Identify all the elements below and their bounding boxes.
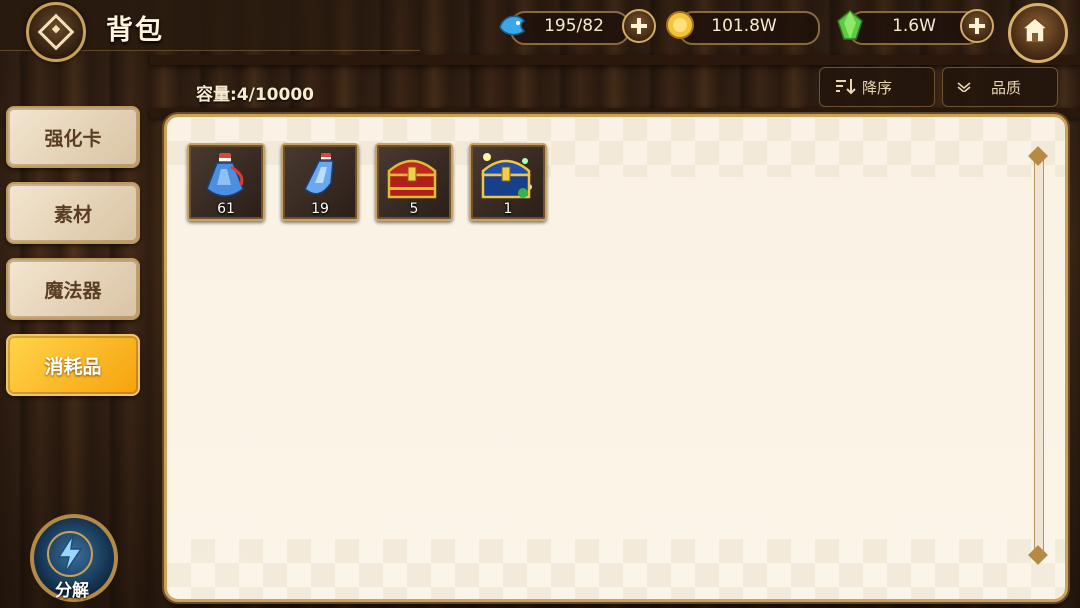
sort-descending-icon [836, 79, 856, 95]
inventory-panel: 61 19 5 1 [164, 114, 1068, 602]
item-count: 5 [409, 201, 419, 217]
gold-coin-icon [666, 11, 694, 39]
item-count: 19 [311, 201, 329, 217]
tab-magic-tools[interactable]: 魔法器 [6, 258, 140, 320]
lightning-rune-icon [47, 531, 93, 577]
tab-enhance-card-label: 强化卡 [44, 128, 102, 150]
tab-materials-label: 素材 [53, 204, 92, 226]
add-stamina-button[interactable] [622, 9, 656, 43]
quality-filter-label: 品质 [991, 79, 1022, 97]
currency-gold: 101.8W [678, 11, 820, 45]
bookshelf-decoration [150, 55, 1080, 65]
currency-gold-value: 101.8W [711, 16, 777, 36]
tab-magic-tools-label: 魔法器 [44, 280, 102, 302]
sort-order-button[interactable]: 降序 [819, 67, 935, 107]
tab-materials[interactable]: 素材 [6, 182, 140, 244]
inventory-slot[interactable]: 1 [469, 143, 547, 221]
blue-treasure-chest-icon [481, 153, 532, 199]
red-treasure-chest-icon [387, 159, 437, 199]
chevron-down-icon [957, 82, 971, 92]
tab-consumables[interactable]: 消耗品 [6, 334, 140, 396]
blue-potion-large-icon [206, 153, 244, 197]
decompose-label: 分解 [55, 581, 89, 601]
item-count: 61 [217, 201, 235, 217]
back-diamond-icon [37, 13, 75, 51]
back-button[interactable] [26, 2, 86, 62]
add-gem-button[interactable] [960, 9, 994, 43]
blue-fish-icon [499, 15, 526, 36]
page-title: 背包 [106, 15, 164, 46]
inventory-scrollbar[interactable] [1034, 156, 1044, 554]
inventory-slot[interactable]: 61 [187, 143, 265, 221]
panel-pattern-decoration [167, 539, 1065, 599]
quality-filter-button[interactable]: 品质 [942, 67, 1058, 107]
home-icon [1020, 17, 1050, 43]
capacity-label: 容量:4/10000 [196, 85, 314, 105]
inventory-slot[interactable]: 19 [281, 143, 359, 221]
currency-stamina: 195/82 [510, 11, 630, 45]
tab-consumables-label: 消耗品 [44, 356, 102, 378]
blue-potion-small-icon [304, 153, 334, 195]
currency-gem-value: 1.6W [892, 16, 936, 36]
tab-enhance-card[interactable]: 强化卡 [6, 106, 140, 168]
home-button[interactable] [1008, 3, 1068, 63]
inventory-slot[interactable]: 5 [375, 143, 453, 221]
item-count: 1 [503, 201, 513, 217]
sort-order-label: 降序 [862, 79, 893, 97]
currency-stamina-value: 195/82 [544, 16, 604, 36]
green-gem-icon [837, 10, 863, 40]
